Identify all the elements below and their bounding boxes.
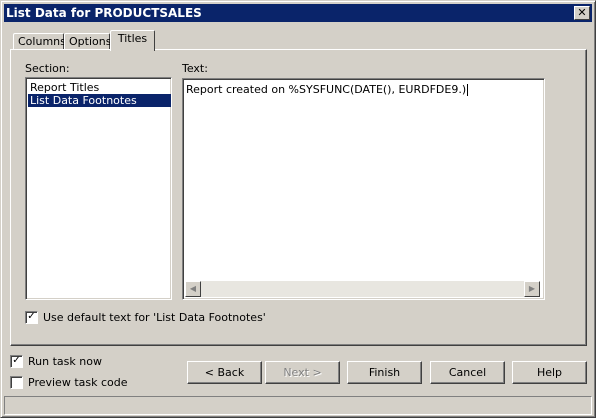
text-editor-content[interactable]: Report created on %SYSFUNC(DATE(), EURDF… <box>186 83 469 96</box>
section-list[interactable]: Report Titles List Data Footnotes <box>25 77 172 300</box>
horizontal-scrollbar[interactable]: ◀ ▶ <box>185 281 540 297</box>
checkmark-icon: ✓ <box>12 355 21 366</box>
preview-label: Preview task code <box>28 376 128 389</box>
scroll-right-button[interactable]: ▶ <box>524 281 540 297</box>
dialog-window: List Data for PRODUCTSALES ✕ Columns Opt… <box>0 0 596 418</box>
use-default-checkbox[interactable]: ✓ <box>25 311 38 324</box>
arrow-right-icon: ▶ <box>528 284 536 293</box>
run-task-checkbox[interactable]: ✓ <box>10 355 23 368</box>
scroll-left-button[interactable]: ◀ <box>185 281 201 297</box>
text-value: Report created on %SYSFUNC(DATE(), EURDF… <box>186 83 467 96</box>
use-default-label: Use default text for 'List Data Footnote… <box>43 311 266 324</box>
run-task-label: Run task now <box>28 355 102 368</box>
text-editor[interactable]: Report created on %SYSFUNC(DATE(), EURDF… <box>182 78 545 300</box>
section-label: Section: <box>25 62 70 75</box>
window-title: List Data for PRODUCTSALES <box>6 6 202 20</box>
close-button[interactable]: ✕ <box>574 6 590 20</box>
next-button[interactable]: Next > <box>265 361 340 384</box>
close-icon: ✕ <box>577 6 587 19</box>
checkmark-icon: ✓ <box>27 311 36 322</box>
titles-panel: Section: Report Titles List Data Footnot… <box>10 49 587 346</box>
tab-options-label: Options <box>69 35 112 48</box>
cancel-button[interactable]: Cancel <box>430 361 505 384</box>
tab-titles[interactable]: Titles <box>110 30 155 51</box>
list-item[interactable]: Report Titles <box>28 81 171 94</box>
list-item[interactable]: List Data Footnotes <box>28 94 171 107</box>
arrow-left-icon: ◀ <box>189 284 197 293</box>
back-button[interactable]: < Back <box>187 361 262 384</box>
tab-titles-label: Titles <box>117 32 148 45</box>
title-bar: List Data for PRODUCTSALES ✕ <box>4 4 592 22</box>
status-bar <box>4 396 592 415</box>
finish-button[interactable]: Finish <box>347 361 422 384</box>
tab-columns-label: Columns <box>18 35 66 48</box>
help-button[interactable]: Help <box>512 361 587 384</box>
text-caret <box>467 84 469 96</box>
text-label: Text: <box>182 62 208 75</box>
preview-checkbox[interactable] <box>10 376 23 389</box>
